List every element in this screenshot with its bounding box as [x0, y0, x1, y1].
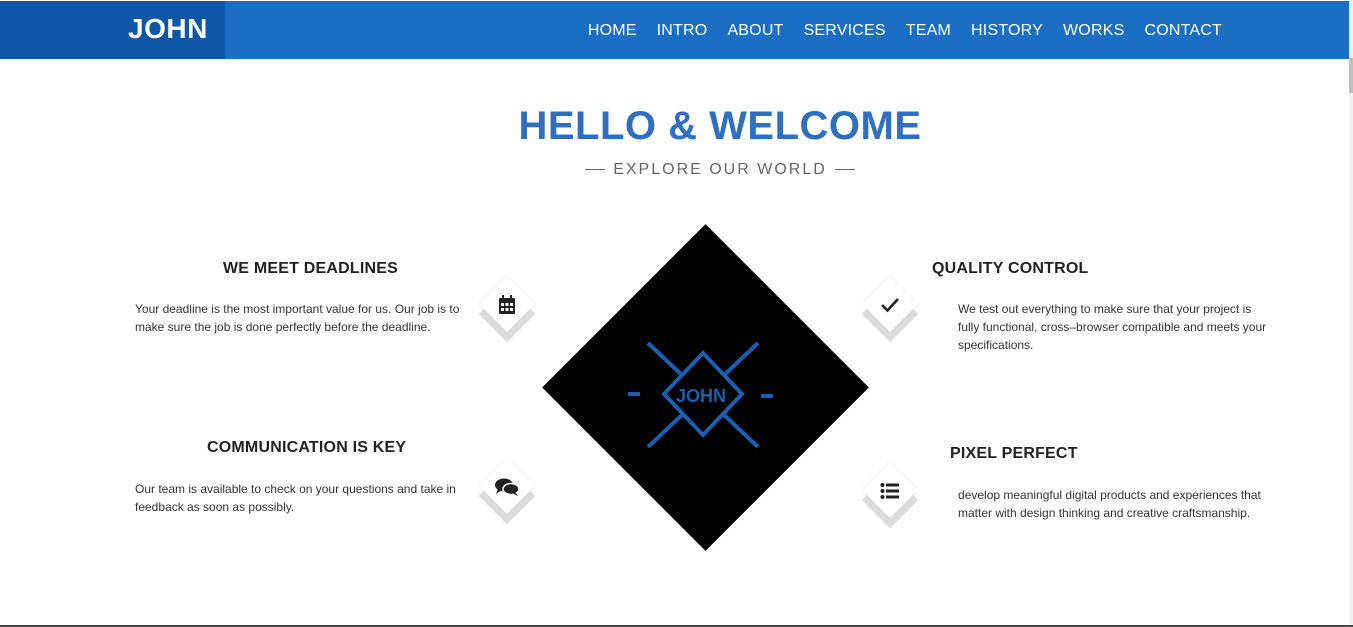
feature-text-deadlines: Your deadline is the most important valu… [135, 302, 460, 334]
feature-text-quality: We test out everything to make sure that… [958, 302, 1267, 352]
check-icon [860, 291, 920, 317]
feature-title-quality: QUALITY CONTROL [932, 260, 1089, 277]
nav-contact[interactable]: CONTACT [1144, 22, 1222, 40]
feature-icon-pixel [860, 461, 920, 534]
page-subtitle: EXPLORE OUR WORLD [540, 161, 900, 179]
subtitle-dash-right [834, 169, 855, 171]
feature-title-deadlines: WE MEET DEADLINES [223, 260, 398, 277]
subtitle-dash-left [585, 169, 606, 171]
navbar: JOHN HOME INTRO ABOUT SERVICES TEAM HIST… [0, 1, 1349, 59]
brand-logo[interactable]: JOHN [0, 1, 225, 59]
feature-icon-communication [477, 457, 537, 530]
list-icon [860, 477, 920, 503]
scrollbar-thumb[interactable] [1349, 58, 1353, 93]
subtitle-text: EXPLORE OUR WORLD [613, 161, 827, 178]
brand-text[interactable]: JOHN [128, 13, 208, 45]
nav-intro[interactable]: INTRO [657, 22, 708, 40]
feature-text-pixel: develop meaningful digital products and … [958, 488, 1261, 520]
logo-text: JOHN [676, 386, 726, 406]
nav-services[interactable]: SERVICES [804, 22, 886, 40]
nav-works[interactable]: WORKS [1063, 22, 1124, 40]
nav-team[interactable]: TEAM [906, 22, 951, 40]
feature-title-pixel: PIXEL PERFECT [950, 445, 1078, 462]
feature-title-communication: COMMUNICATION IS KEY [207, 439, 407, 456]
comments-icon [477, 473, 537, 499]
page-title: HELLO & WELCOME [518, 104, 922, 148]
nav-home[interactable]: HOME [588, 22, 637, 40]
calendar-icon [477, 291, 537, 317]
main-nav: HOME INTRO ABOUT SERVICES TEAM HISTORY W… [588, 22, 1222, 40]
nav-about[interactable]: ABOUT [727, 22, 783, 40]
feature-icon-deadlines [477, 275, 537, 348]
john-logo-mark: JOHN [628, 341, 773, 449]
scrollbar[interactable] [1349, 0, 1353, 627]
nav-history[interactable]: HISTORY [971, 22, 1043, 40]
feature-text-communication: Our team is available to check on your q… [135, 482, 456, 514]
feature-icon-quality [860, 275, 920, 348]
